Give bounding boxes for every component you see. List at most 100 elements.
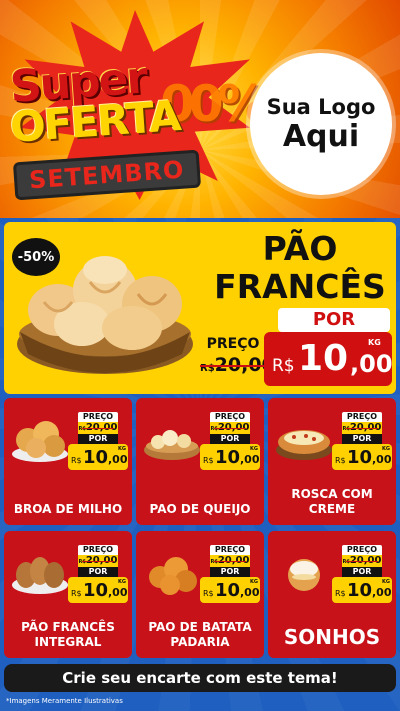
card-old-price: R$20,00 [210, 555, 250, 567]
card-currency: R$ [71, 589, 82, 598]
disclaimer-text: *Imagens Meramente Ilustrativas [6, 697, 123, 705]
card-por-label: POR [78, 434, 118, 444]
card-currency: R$ [71, 456, 82, 465]
card-price-unit: KG [118, 579, 126, 585]
product-card-pao-integral[interactable]: PREÇO R$20,00 POR R$ 10 ,00 KG PÃO FRANC… [4, 531, 132, 658]
card-old-currency: R$ [210, 426, 218, 432]
card-old-label: PREÇO [342, 545, 382, 555]
card-new-price: R$ 10 ,00 KG [68, 577, 128, 603]
product-card-sonhos[interactable]: PREÇO R$20,00 POR R$ 10 ,00 KG SONHOS [268, 531, 396, 658]
card-price-cents: ,00 [240, 453, 260, 466]
card-por-label: POR [210, 567, 250, 577]
card-currency: R$ [335, 589, 346, 598]
feature-new-price: R$ 10 ,00 KG [264, 332, 393, 386]
new-price-whole: 10 [298, 338, 349, 379]
card-price-tag: PREÇO R$20,00 POR R$ 10 ,00 KG [200, 412, 260, 470]
card-old-currency: R$ [210, 559, 218, 565]
strikethrough-line [82, 561, 114, 562]
card-por-label: POR [78, 567, 118, 577]
headline: Super OFERTA [8, 52, 181, 151]
cta-banner[interactable]: Crie seu encarte com este tema! [4, 664, 396, 692]
card-old-price: R$20,00 [210, 422, 250, 434]
new-price-currency: R$ [272, 356, 295, 376]
card-price-unit: KG [382, 446, 390, 452]
product-card-pao-batata[interactable]: PREÇO R$20,00 POR R$ 10 ,00 KG PAO DE BA… [136, 531, 264, 658]
logo-placeholder[interactable]: Sua Logo Aqui [250, 53, 392, 195]
feature-name-line1: PÃO [262, 229, 338, 268]
card-product-name: SONHOS [283, 625, 381, 649]
product-card-rosca[interactable]: PREÇO R$20,00 POR R$ 10 ,00 KG ROSCA COM… [268, 398, 396, 525]
card-old-label: PREÇO [210, 412, 250, 422]
card-price-cents: ,00 [372, 453, 392, 466]
strikethrough-line [200, 365, 266, 367]
old-price-value: R$20,00 [200, 354, 275, 376]
card-new-price: R$ 10 ,00 KG [200, 577, 260, 603]
card-old-label: PREÇO [342, 412, 382, 422]
card-price-tag: PREÇO R$20,00 POR R$ 10 ,00 KG [332, 412, 392, 470]
strikethrough-line [346, 561, 378, 562]
card-product-name: PAO DE QUEIJO [149, 502, 251, 516]
card-old-price: R$20,00 [342, 555, 382, 567]
strikethrough-line [214, 561, 246, 562]
card-por-label: POR [342, 567, 382, 577]
card-old-label: PREÇO [78, 412, 118, 422]
feature-por-label: POR [278, 308, 390, 332]
card-price-tag: PREÇO R$20,00 POR R$ 10 ,00 KG [68, 412, 128, 470]
product-card-pao-de-queijo[interactable]: PREÇO R$20,00 POR R$ 10 ,00 KG PAO DE QU… [136, 398, 264, 525]
logo-text-line1: Sua Logo [266, 95, 376, 119]
card-price-whole: 10 [215, 447, 241, 468]
card-price-tag: PREÇO R$20,00 POR R$ 10 ,00 KG [200, 545, 260, 603]
card-price-whole: 10 [347, 447, 373, 468]
card-price-unit: KG [118, 446, 126, 452]
card-old-label: PREÇO [210, 545, 250, 555]
strikethrough-line [346, 428, 378, 429]
card-price-cents: ,00 [108, 586, 128, 599]
card-price-cents: ,00 [372, 586, 392, 599]
card-old-price: R$20,00 [342, 422, 382, 434]
discount-badge: -50% [12, 238, 60, 276]
pao-batata-image [149, 557, 197, 595]
card-price-cents: ,00 [108, 453, 128, 466]
card-product-name: BROA DE MILHO [13, 502, 123, 516]
card-old-price: R$20,00 [78, 555, 118, 567]
card-product-name: ROSCA COM CREME [291, 487, 373, 516]
card-price-whole: 10 [83, 580, 109, 601]
rosca-image [276, 430, 332, 460]
card-product-name: PÃO FRANCÊS INTEGRAL [21, 620, 115, 649]
card-currency: R$ [203, 456, 214, 465]
new-price-cents: ,00 [350, 350, 393, 378]
logo-text-line2: Aqui [282, 119, 360, 154]
sonho-image [288, 559, 320, 591]
product-card-broa[interactable]: PREÇO R$20,00 POR R$ 10 ,00 KG BROA DE M… [4, 398, 132, 525]
pao-integral-image [12, 557, 68, 594]
feature-old-price: PREÇO R$20,00 [200, 336, 275, 376]
card-old-currency: R$ [342, 559, 350, 565]
card-price-whole: 10 [347, 580, 373, 601]
card-old-currency: R$ [342, 426, 350, 432]
card-price-unit: KG [250, 446, 258, 452]
card-price-unit: KG [250, 579, 258, 585]
card-price-unit: KG [382, 579, 390, 585]
card-price-whole: 10 [83, 447, 109, 468]
card-currency: R$ [335, 456, 346, 465]
card-old-label: PREÇO [78, 545, 118, 555]
card-new-price: R$ 10 ,00 KG [200, 444, 260, 470]
card-new-price: R$ 10 ,00 KG [332, 577, 392, 603]
new-price-unit: KG [368, 338, 381, 347]
strikethrough-line [214, 428, 246, 429]
card-por-label: POR [210, 434, 250, 444]
card-new-price: R$ 10 ,00 KG [68, 444, 128, 470]
broa-image [12, 421, 68, 462]
feature-product-name: PÃO FRANCÊS [210, 230, 390, 306]
card-price-whole: 10 [215, 580, 241, 601]
card-currency: R$ [203, 589, 214, 598]
header-banner: 00% Super OFERTA SETEMBRO Sua Logo Aqui [0, 0, 400, 218]
headline-oferta: OFERTA [8, 91, 181, 152]
card-old-price: R$20,00 [78, 422, 118, 434]
card-old-currency: R$ [78, 559, 86, 565]
old-price-label: PREÇO [206, 336, 260, 352]
pao-de-queijo-image [144, 430, 200, 460]
card-old-currency: R$ [78, 426, 86, 432]
card-price-tag: PREÇO R$20,00 POR R$ 10 ,00 KG [68, 545, 128, 603]
card-product-name: PAO DE BATATA PADARIA [148, 620, 252, 649]
